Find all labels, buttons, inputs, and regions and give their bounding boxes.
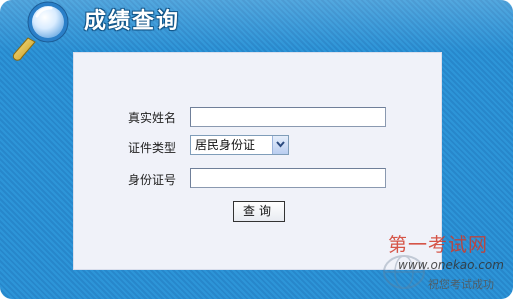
watermark-slogan: 祝您考试成功 [428, 278, 494, 291]
site-watermark: 第一考试网 www.onekao.com 祝您考试成功 [380, 226, 513, 298]
query-frame: 成绩查询 真实姓名 证件类型 居民身份证 身份证号 查询 第一考试网 www.o… [0, 0, 513, 299]
page-title: 成绩查询 [84, 9, 181, 34]
id-number-input[interactable] [190, 168, 386, 188]
id-type-selected-value: 居民身份证 [195, 138, 256, 152]
watermark-brand: 第一考试网 [388, 234, 489, 256]
chevron-down-icon [276, 141, 285, 148]
id-type-select[interactable]: 居民身份证 [190, 135, 289, 155]
watermark-url: www.onekao.com [398, 258, 504, 272]
select-dropdown-button[interactable] [272, 136, 288, 154]
magnifier-icon [12, 1, 69, 61]
query-button[interactable]: 查询 [233, 201, 285, 222]
real-name-input[interactable] [190, 107, 386, 127]
